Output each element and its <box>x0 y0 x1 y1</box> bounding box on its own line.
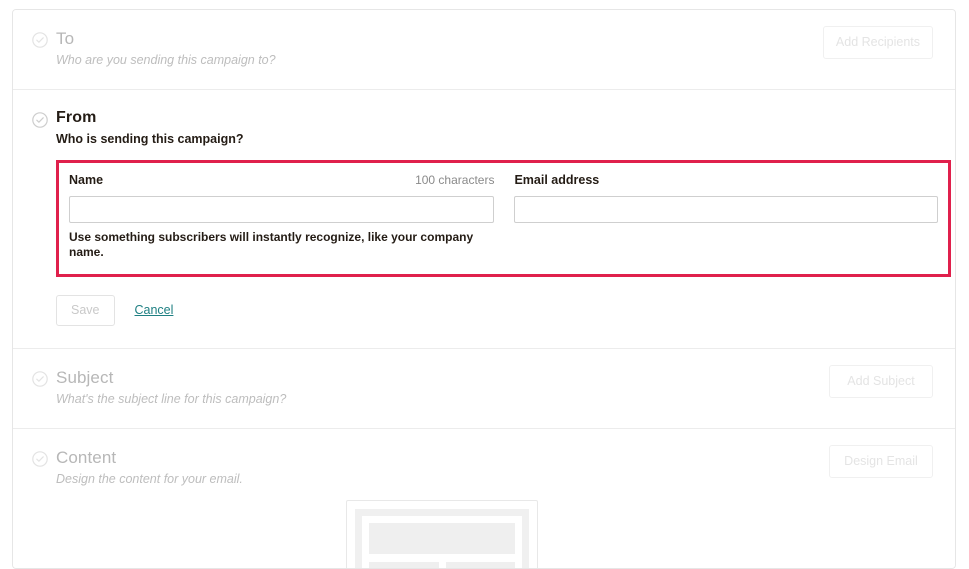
save-button[interactable]: Save <box>56 295 115 326</box>
name-label: Name <box>69 173 104 187</box>
section-subtitle: What's the subject line for this campaig… <box>56 392 287 406</box>
section-subtitle: Who is sending this campaign? <box>56 132 244 146</box>
section-subtitle: Who are you sending this campaign to? <box>56 53 276 67</box>
from-form: Name 100 characters Use something subscr… <box>56 160 955 277</box>
check-circle-icon <box>32 371 48 387</box>
section-title: Subject <box>56 368 114 387</box>
add-recipients-button[interactable]: Add Recipients <box>822 26 933 59</box>
template-image-block <box>445 562 515 568</box>
section-title: From <box>56 109 97 126</box>
design-email-button[interactable]: Design Email <box>829 445 933 478</box>
campaign-section-from: From Who is sending this campaign? Name … <box>13 90 955 349</box>
template-image-columns <box>369 562 515 568</box>
campaign-section-content: Content Design the content for your emai… <box>13 429 955 568</box>
from-email-field-group: Email address <box>514 173 938 260</box>
section-heading-subject: Subject What's the subject line for this… <box>56 367 955 408</box>
name-char-count: 100 characters <box>415 173 495 187</box>
section-heading-to: To Who are you sending this campaign to? <box>56 28 955 69</box>
section-heading-content: Content Design the content for your emai… <box>56 447 955 488</box>
template-image-block <box>369 562 439 568</box>
template-hero-block <box>369 523 515 554</box>
cancel-link[interactable]: Cancel <box>135 303 174 318</box>
from-fields-highlight: Name 100 characters Use something subscr… <box>56 160 951 277</box>
check-circle-icon <box>32 451 48 467</box>
campaign-section-to: To Who are you sending this campaign to?… <box>13 10 955 90</box>
section-title: Content <box>56 448 117 467</box>
campaign-builder-panel: To Who are you sending this campaign to?… <box>12 9 956 569</box>
check-circle-icon <box>32 32 48 48</box>
template-page <box>362 516 522 568</box>
email-template-thumbnail[interactable] <box>346 500 538 568</box>
add-subject-button[interactable]: Add Subject <box>829 365 933 398</box>
name-help-text: Use something subscribers will instantly… <box>69 230 474 259</box>
section-title: To <box>56 29 75 48</box>
content-preview-area <box>13 500 955 568</box>
from-name-input[interactable] <box>69 196 495 223</box>
from-name-field-group: Name 100 characters Use something subscr… <box>69 173 495 260</box>
check-circle-icon <box>32 112 48 128</box>
section-heading-from: From Who is sending this campaign? <box>56 107 955 148</box>
section-subtitle: Design the content for your email. <box>56 472 243 486</box>
from-form-actions: Save Cancel <box>56 295 955 330</box>
template-frame <box>355 509 529 568</box>
email-label: Email address <box>514 173 600 187</box>
campaign-section-subject: Subject What's the subject line for this… <box>13 349 955 429</box>
from-email-input[interactable] <box>514 196 938 223</box>
